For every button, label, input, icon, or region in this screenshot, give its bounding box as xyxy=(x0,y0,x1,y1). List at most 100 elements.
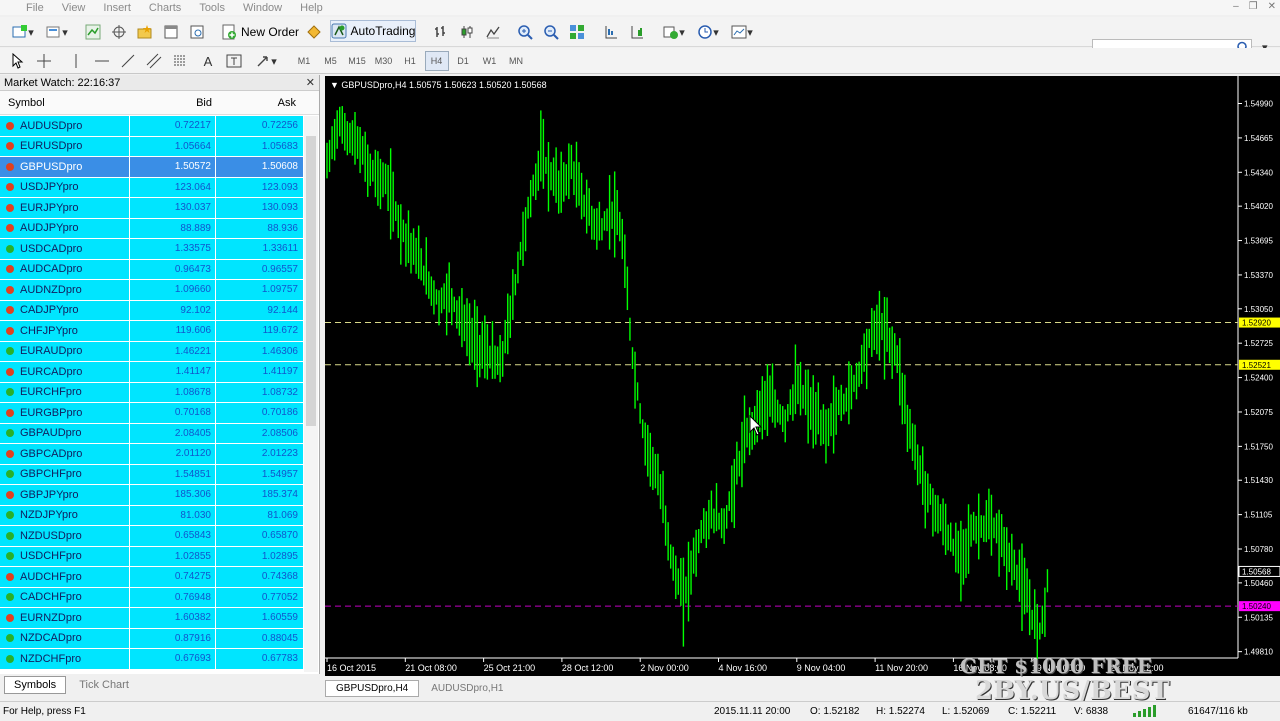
periods-button[interactable]: ▾ xyxy=(694,21,722,43)
menu-help[interactable]: Help xyxy=(291,2,332,14)
price-chart[interactable]: 1.553151.549901.546651.543401.540201.536… xyxy=(325,76,1280,676)
table-row[interactable]: GBPCHFpro 1.54851 1.54957 xyxy=(0,464,303,485)
tab-symbols[interactable]: Symbols xyxy=(4,676,67,694)
symbol-cell: GBPCHFpro xyxy=(0,464,130,484)
table-row[interactable]: GBPAUDpro 2.08405 2.08506 xyxy=(0,423,303,444)
symbol-name: AUDUSDpro xyxy=(20,119,83,132)
new-order-button[interactable]: New Order xyxy=(220,21,300,43)
table-row[interactable]: GBPUSDpro 1.50572 1.50608 xyxy=(0,157,303,178)
symbol-cell: NZDJPYpro xyxy=(0,505,130,525)
auto-scroll-button[interactable] xyxy=(626,21,648,43)
table-row[interactable]: AUDCHFpro 0.74275 0.74368 xyxy=(0,567,303,588)
chart-window[interactable]: 1.553151.549901.546651.543401.540201.536… xyxy=(325,76,1280,676)
tile-windows-button[interactable] xyxy=(566,21,588,43)
equidistant-channel-button[interactable] xyxy=(144,50,164,72)
timeframe-h4[interactable]: H4 xyxy=(424,51,449,71)
text-label-button[interactable] xyxy=(224,50,244,72)
market-watch-button[interactable] xyxy=(82,21,104,43)
line-chart-button[interactable] xyxy=(482,21,504,43)
column-header-symbol[interactable]: Symbol xyxy=(0,97,130,109)
timeframe-mn[interactable]: MN xyxy=(504,51,528,71)
tab-tick-chart[interactable]: Tick Chart xyxy=(70,677,138,693)
menu-insert[interactable]: Insert xyxy=(94,2,140,14)
metaeditor-button[interactable] xyxy=(303,21,325,43)
table-row[interactable]: NZDJPYpro 81.030 81.069 xyxy=(0,505,303,526)
menu-view[interactable]: View xyxy=(53,2,95,14)
chart-shift-button[interactable] xyxy=(600,21,622,43)
status-traffic: 61647/116 kb xyxy=(1188,706,1248,717)
market-watch-scrollbar[interactable] xyxy=(304,116,318,672)
table-row[interactable]: NZDUSDpro 0.65843 0.65870 xyxy=(0,526,303,547)
table-row[interactable]: USDCADpro 1.33575 1.33611 xyxy=(0,239,303,260)
price-down-icon xyxy=(6,449,14,458)
table-row[interactable]: USDJPYpro 123.064 123.093 xyxy=(0,177,303,198)
fibonacci-button[interactable] xyxy=(170,50,190,72)
new-order-label: New Order xyxy=(240,25,299,39)
y-tick-label: 1.53695 xyxy=(1244,237,1273,246)
bar-chart-button[interactable] xyxy=(430,21,452,43)
table-row[interactable]: GBPCADpro 2.01120 2.01223 xyxy=(0,444,303,465)
column-header-bid[interactable]: Bid xyxy=(130,97,212,109)
table-row[interactable]: EURCADpro 1.41147 1.41197 xyxy=(0,362,303,383)
timeframe-m15[interactable]: M15 xyxy=(345,51,369,71)
data-window-button[interactable] xyxy=(108,21,130,43)
menu-file[interactable]: File xyxy=(0,2,53,14)
table-row[interactable]: EURCHFpro 1.08678 1.08732 xyxy=(0,382,303,403)
table-row[interactable]: AUDUSDpro 0.72217 0.72256 xyxy=(0,116,303,137)
table-row[interactable]: USDCHFpro 1.02855 1.02895 xyxy=(0,546,303,567)
templates-button[interactable]: ▾ xyxy=(728,21,756,43)
table-row[interactable]: GBPJPYpro 185.306 185.374 xyxy=(0,485,303,506)
candlestick-button[interactable] xyxy=(456,21,478,43)
table-row[interactable]: EURGBPpro 0.70168 0.70186 xyxy=(0,403,303,424)
zoom-in-button[interactable] xyxy=(514,21,536,43)
timeframe-w1[interactable]: W1 xyxy=(478,51,502,71)
chart-tab[interactable]: GBPUSDpro,H4 xyxy=(325,679,420,697)
close-icon[interactable]: ✕ xyxy=(306,75,315,91)
menu-window[interactable]: Window xyxy=(234,2,291,14)
column-header-ask[interactable]: Ask xyxy=(212,97,296,109)
strategy-tester-button[interactable] xyxy=(186,21,208,43)
table-row[interactable]: AUDNZDpro 1.09660 1.09757 xyxy=(0,280,303,301)
autotrading-button[interactable]: AutoTrading xyxy=(330,20,416,42)
menu-tools[interactable]: Tools xyxy=(190,2,234,14)
symbol-name: GBPCHFpro xyxy=(20,468,82,481)
text-a-icon: A xyxy=(203,53,213,69)
indicators-button[interactable]: ▾ xyxy=(660,21,688,43)
table-row[interactable]: CADCHFpro 0.76948 0.77052 xyxy=(0,587,303,608)
table-row[interactable]: CHFJPYpro 119.606 119.672 xyxy=(0,321,303,342)
table-row[interactable]: NZDCADpro 0.87916 0.88045 xyxy=(0,628,303,649)
arrows-button[interactable]: ▾ xyxy=(252,50,280,72)
trendline-button[interactable] xyxy=(118,50,138,72)
crosshair-button[interactable] xyxy=(34,50,54,72)
table-row[interactable]: AUDCADpro 0.96473 0.96557 xyxy=(0,259,303,280)
table-row[interactable]: AUDJPYpro 88.889 88.936 xyxy=(0,218,303,239)
profiles-button[interactable]: ▾ xyxy=(42,21,72,43)
navigator-button[interactable] xyxy=(134,21,156,43)
new-chart-button[interactable]: ▾ xyxy=(6,21,40,43)
table-row[interactable]: EURUSDpro 1.05664 1.05683 xyxy=(0,136,303,157)
table-row[interactable]: CADJPYpro 92.102 92.144 xyxy=(0,300,303,321)
horizontal-line-button[interactable] xyxy=(92,50,112,72)
table-row[interactable]: NZDCHFpro 0.67693 0.67783 xyxy=(0,649,303,670)
terminal-button[interactable] xyxy=(160,21,182,43)
vertical-line-button[interactable] xyxy=(66,50,86,72)
table-row[interactable]: EURAUDpro 1.46221 1.46306 xyxy=(0,341,303,362)
cursor-button[interactable] xyxy=(8,50,28,72)
zoom-out-button[interactable] xyxy=(540,21,562,43)
table-row[interactable]: EURJPYpro 130.037 130.093 xyxy=(0,198,303,219)
minimize-icon[interactable]: – xyxy=(1233,1,1239,12)
close-icon[interactable]: ✕ xyxy=(1268,1,1276,12)
status-close: C: 1.52211 xyxy=(1008,706,1057,717)
timeframe-m5[interactable]: M5 xyxy=(319,51,343,71)
restore-icon[interactable]: ❐ xyxy=(1249,1,1258,12)
chart-tab[interactable]: AUDUSDpro,H1 xyxy=(421,681,513,696)
ask-cell: 185.374 xyxy=(261,489,298,501)
timeframe-m30[interactable]: M30 xyxy=(372,51,396,71)
text-button[interactable]: A xyxy=(198,50,218,72)
timeframe-h1[interactable]: H1 xyxy=(398,51,422,71)
timeframe-m1[interactable]: M1 xyxy=(292,51,316,71)
timeframe-d1[interactable]: D1 xyxy=(451,51,475,71)
table-row[interactable]: EURNZDpro 1.60382 1.60559 xyxy=(0,608,303,629)
scrollbar-thumb[interactable] xyxy=(306,136,316,426)
menu-charts[interactable]: Charts xyxy=(140,2,190,14)
